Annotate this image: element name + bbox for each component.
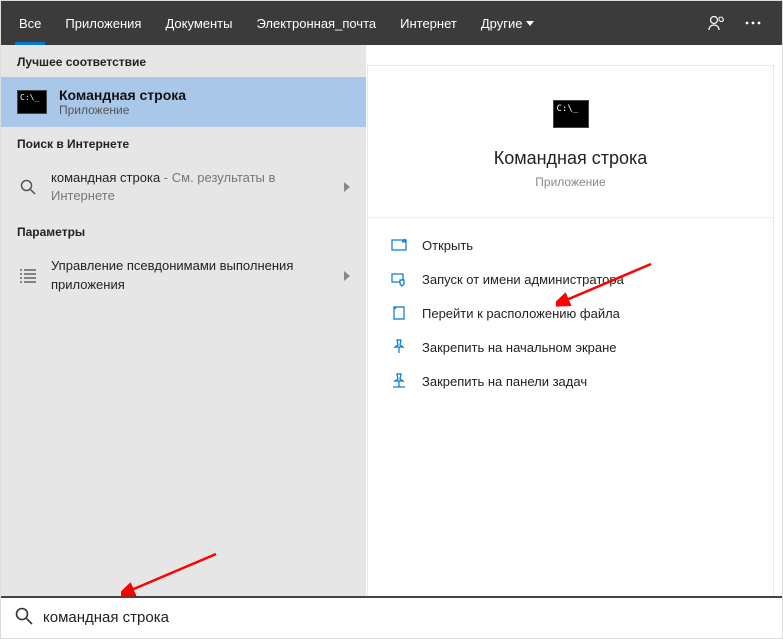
alias-settings-icon	[17, 267, 39, 285]
web-search-item[interactable]: командная строка - См. результаты в Инте…	[1, 159, 366, 215]
ellipsis-icon[interactable]	[744, 14, 762, 32]
cmd-icon	[553, 100, 589, 128]
feedback-icon[interactable]	[706, 13, 726, 33]
action-run-as-admin[interactable]: Запуск от имени администратора	[368, 262, 773, 296]
details-subtitle: Приложение	[535, 175, 605, 189]
details-title: Командная строка	[494, 148, 648, 169]
chevron-right-icon	[344, 271, 350, 281]
action-open-location[interactable]: Перейти к расположению файла	[368, 296, 773, 330]
tab-email[interactable]: Электронная_почта	[244, 1, 388, 45]
pin-taskbar-icon	[390, 372, 408, 390]
pin-start-icon	[390, 338, 408, 356]
best-match-label: Лучшее соответствие	[1, 45, 366, 77]
tab-apps[interactable]: Приложения	[53, 1, 153, 45]
best-match-subtitle: Приложение	[59, 103, 186, 117]
settings-label: Параметры	[1, 215, 366, 247]
cmd-icon	[17, 90, 47, 114]
open-icon	[390, 236, 408, 254]
web-search-label: Поиск в Интернете	[1, 127, 366, 159]
action-open[interactable]: Открыть	[368, 228, 773, 262]
best-match-item[interactable]: Командная строка Приложение	[1, 77, 366, 127]
chevron-right-icon	[344, 182, 350, 192]
results-panel: Лучшее соответствие Командная строка При…	[1, 45, 366, 597]
search-icon	[17, 179, 39, 195]
details-panel: Командная строка Приложение Открыть Запу…	[366, 45, 782, 597]
admin-icon	[390, 270, 408, 288]
search-icon	[15, 607, 33, 630]
settings-item[interactable]: Управление псевдонимами выполнения прило…	[1, 247, 366, 303]
chevron-down-icon	[526, 21, 534, 26]
search-input[interactable]	[43, 609, 242, 626]
tab-internet[interactable]: Интернет	[388, 1, 469, 45]
top-tabs-bar: Все Приложения Документы Электронная_поч…	[1, 1, 782, 45]
action-pin-taskbar[interactable]: Закрепить на панели задач	[368, 364, 773, 398]
folder-icon	[390, 304, 408, 322]
search-bar[interactable]	[1, 596, 782, 638]
tab-all[interactable]: Все	[7, 1, 53, 45]
tab-more[interactable]: Другие	[469, 1, 547, 45]
tab-documents[interactable]: Документы	[153, 1, 244, 45]
best-match-title: Командная строка	[59, 87, 186, 103]
action-pin-start[interactable]: Закрепить на начальном экране	[368, 330, 773, 364]
